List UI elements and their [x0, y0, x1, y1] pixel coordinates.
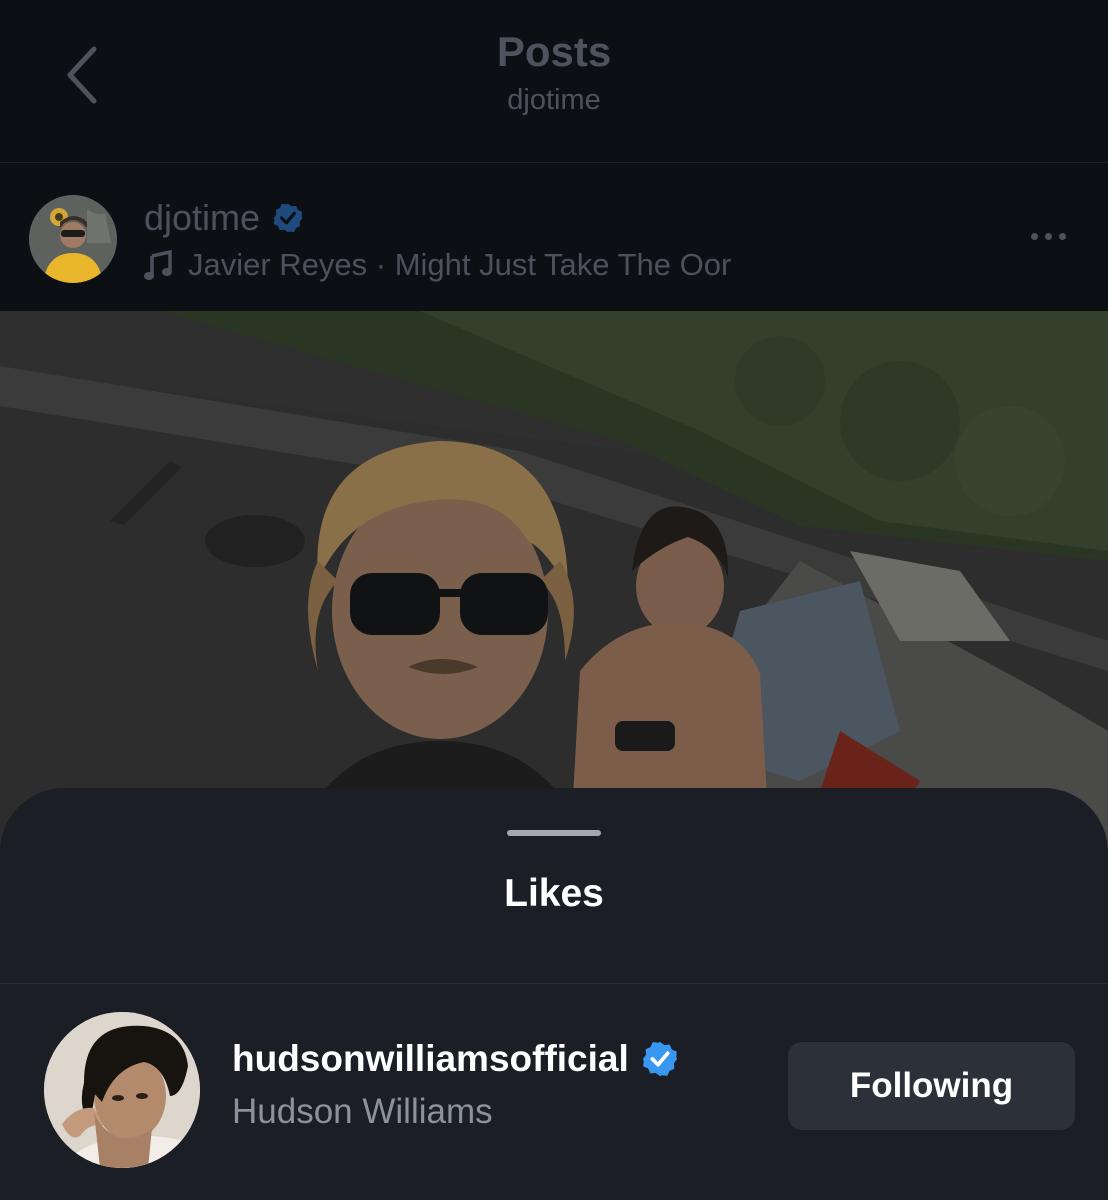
verified-badge-icon	[642, 1041, 677, 1077]
more-dot-icon	[1044, 232, 1052, 240]
post-username-text: djotime	[144, 197, 261, 238]
liker-avatar[interactable]	[44, 1012, 200, 1168]
more-dot-icon	[1030, 232, 1038, 240]
liker-username-text: hudsonwilliamsofficial	[232, 1038, 629, 1079]
following-button[interactable]: Following	[788, 1042, 1075, 1130]
music-track-label: Javier Reyes · Might Just Take The Oor	[188, 247, 732, 282]
page-subtitle: djotime	[507, 84, 601, 116]
liker-full-name: Hudson Williams	[232, 1092, 493, 1131]
music-note-icon	[144, 250, 172, 280]
page-title: Posts	[496, 28, 612, 75]
top-nav-bar: Posts djotime	[0, 0, 1108, 163]
liker-row[interactable]: hudsonwilliamsofficial Hudson Williams F…	[0, 984, 1108, 1200]
more-dot-icon	[1058, 232, 1066, 240]
verified-badge-icon	[273, 203, 303, 233]
post-header: djotime Javier Reyes · Might Just Take T…	[0, 163, 1108, 311]
post-photo[interactable]	[0, 311, 1108, 851]
post-music-attribution[interactable]: Javier Reyes · Might Just Take The Oor	[144, 247, 731, 283]
sheet-drag-handle[interactable]	[507, 830, 601, 836]
post-author-avatar[interactable]	[29, 195, 117, 283]
more-options-button[interactable]	[1018, 221, 1078, 251]
likes-bottom-sheet: Likes hudsonwilliamsofficial Hudson Will…	[0, 788, 1108, 1200]
posts-screen: Posts djotime djotime Javier Reyes · Mig…	[0, 0, 1108, 1200]
liker-username[interactable]: hudsonwilliamsofficial	[232, 1038, 679, 1080]
likes-sheet-title: Likes	[504, 872, 604, 915]
post-author-username[interactable]: djotime	[144, 197, 304, 239]
